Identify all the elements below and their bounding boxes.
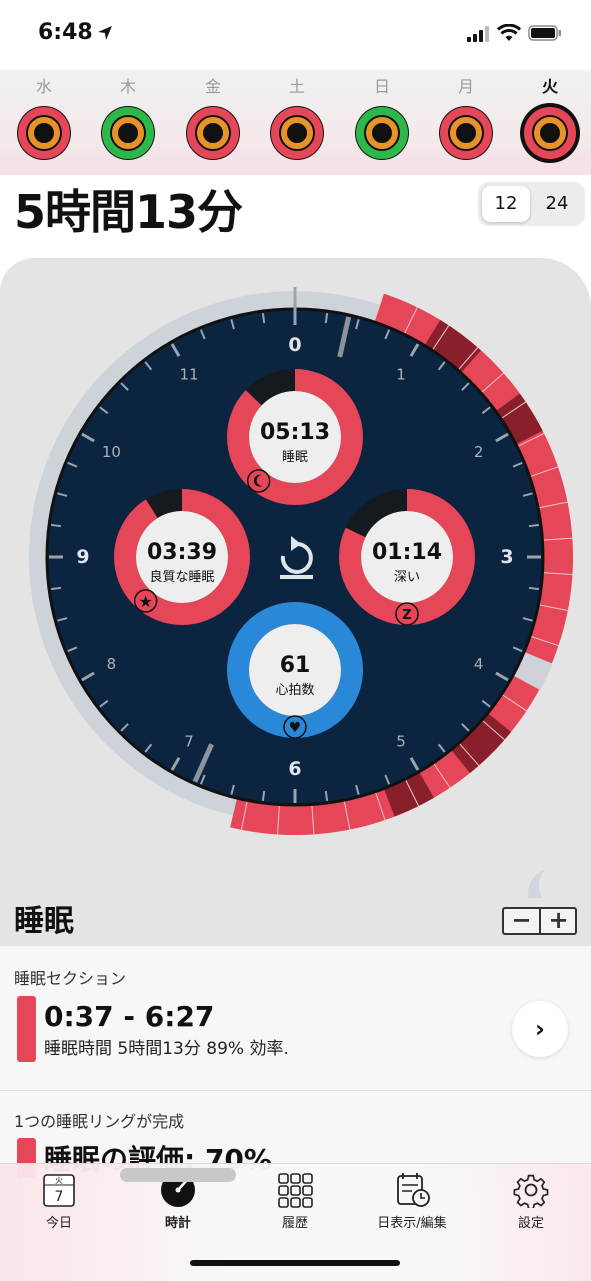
day-ring-icon	[17, 106, 71, 160]
day-label: 日	[373, 77, 390, 96]
day-label: 土	[288, 77, 305, 96]
day-selector: 水木金土日月火	[0, 70, 591, 175]
day-ring-icon	[355, 106, 409, 160]
grid-icon	[278, 1173, 313, 1208]
clock-tick	[50, 586, 62, 591]
day-ring-icon	[270, 106, 324, 160]
svg-text:7: 7	[55, 1189, 64, 1205]
mode-24-option[interactable]: 24	[533, 186, 581, 222]
sleep-section-range[interactable]: 0:37 - 6:27	[44, 1000, 214, 1033]
sleep-section-detail: 睡眠時間 5時間13分 89% 効率.	[44, 1039, 289, 1059]
moon-decoration-icon	[528, 870, 545, 898]
heart-value: 61	[280, 653, 311, 678]
hour-label: 2	[474, 443, 484, 461]
sleep-duration-title: 5時間13分	[14, 185, 243, 239]
deep-label: 深い	[394, 570, 420, 585]
divider	[0, 1090, 591, 1091]
sleep-value: 05:13	[260, 420, 330, 445]
tab-clock-label: 時計	[164, 1216, 191, 1231]
clock-tick	[324, 790, 329, 802]
hour-mode-toggle[interactable]: 12 24	[478, 182, 585, 226]
deep-segment	[383, 771, 434, 817]
day-ring-icon	[101, 106, 155, 160]
home-indicator	[190, 1260, 400, 1266]
clock-tick	[261, 790, 266, 802]
ring-complete-label: 1つの睡眠リングが完成	[14, 1112, 185, 1131]
clock-tick	[261, 312, 266, 324]
svg-text:★: ★	[138, 592, 152, 611]
day-ring-icon	[439, 106, 493, 160]
day-label: 水	[35, 77, 52, 96]
tab-today[interactable]: 火 7 今日	[9, 1172, 109, 1231]
hour-label: 7	[184, 733, 194, 751]
svg-text:♥: ♥	[289, 720, 302, 736]
day-label: 火	[541, 77, 558, 96]
day-4[interactable]: 日	[342, 76, 422, 163]
hour-label: 10	[102, 443, 121, 461]
quality-value: 03:39	[147, 540, 217, 565]
heart-label: 心拍数	[275, 683, 314, 698]
day-label: 月	[457, 77, 474, 96]
tab-settings-label: 設定	[517, 1216, 544, 1231]
day-3[interactable]: 土	[257, 76, 337, 163]
scroll-indicator	[120, 1168, 236, 1182]
tab-settings[interactable]: 設定	[481, 1172, 581, 1231]
chevron-right-icon[interactable]: ›	[512, 1001, 568, 1057]
hour-label: 1	[396, 365, 406, 383]
day-label: 金	[204, 77, 221, 96]
battery-icon	[528, 25, 561, 41]
day-6[interactable]: 火	[510, 76, 590, 163]
hour-label: 0	[288, 334, 301, 356]
quality-label: 良質な睡眠	[149, 569, 214, 585]
hour-label: 3	[500, 546, 513, 568]
status-bar: 6:48	[0, 0, 591, 70]
clock-tick	[528, 523, 540, 528]
gear-icon	[513, 1174, 549, 1208]
tab-history-label: 履歴	[281, 1216, 308, 1231]
moon-icon	[246, 469, 271, 493]
day-1[interactable]: 木	[88, 76, 168, 163]
hour-label: 8	[107, 655, 117, 673]
mode-12-option[interactable]: 12	[482, 186, 530, 222]
plus-button[interactable]: +	[541, 908, 576, 933]
day-5[interactable]: 月	[426, 76, 506, 163]
location-arrow-icon	[98, 26, 112, 40]
awake-gap	[511, 651, 553, 691]
calendar-clock-icon	[397, 1173, 430, 1207]
tab-today-label: 今日	[45, 1216, 72, 1231]
sleep-label: 睡眠	[282, 450, 308, 465]
hour-label: 6	[288, 758, 301, 780]
zoom-stepper[interactable]: − +	[502, 907, 577, 935]
minus-button[interactable]: −	[504, 908, 541, 933]
day-ring-icon	[186, 106, 240, 160]
hour-label: 4	[474, 655, 484, 673]
calendar-icon: 火 7	[43, 1174, 75, 1207]
svg-text:Z: Z	[402, 608, 411, 623]
tab-day-edit-label: 日表示/編集	[377, 1216, 447, 1231]
hour-label: 5	[396, 733, 406, 751]
clock-tick	[528, 586, 540, 591]
hour-label: 9	[76, 546, 89, 568]
day-2[interactable]: 金	[173, 76, 253, 163]
clock-tick	[50, 523, 62, 528]
hour-label: 11	[179, 365, 198, 383]
sleep-section-color-bar	[17, 996, 36, 1062]
tab-history[interactable]: 履歴	[245, 1172, 345, 1231]
status-time: 6:48	[38, 20, 93, 45]
sleep-clock[interactable]: 0 1 2 3 4 5 6 7 8 9 10 11 05:13 睡眠 03:39 良質な睡眠 ★ 01:14 深い Z…	[0, 258, 591, 898]
day-0[interactable]: 水	[4, 76, 84, 163]
svg-text:火: 火	[55, 1176, 63, 1185]
clock-tick	[324, 312, 329, 324]
day-label: 木	[119, 77, 136, 96]
wifi-icon	[497, 24, 521, 41]
cellular-signal-icon	[467, 26, 489, 42]
sleep-section-label: 睡眠セクション	[14, 969, 127, 988]
deep-value: 01:14	[372, 540, 442, 565]
tab-day-edit[interactable]: 日表示/編集	[362, 1172, 462, 1231]
day-ring-icon	[520, 103, 580, 163]
section-title: 睡眠	[14, 904, 74, 939]
